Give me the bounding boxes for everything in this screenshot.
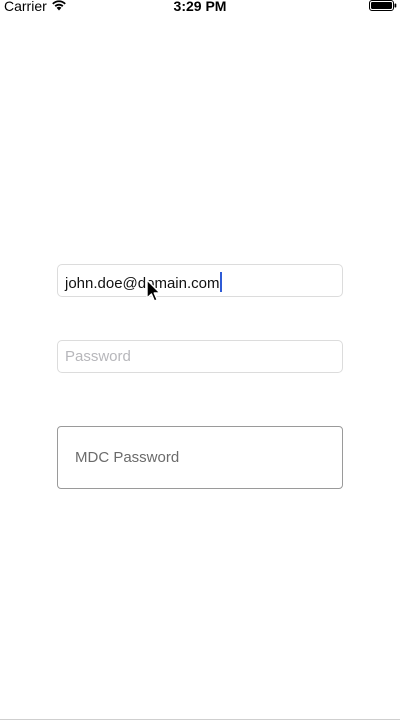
email-value: john.doe@domain.com [65,272,223,293]
password-field[interactable]: Password [57,340,343,373]
password-placeholder: Password [65,348,131,365]
email-field[interactable]: john.doe@domain.com [57,264,343,297]
mouse-pointer-icon [146,279,161,302]
mdc-password-field[interactable]: MDC Password [57,426,343,489]
status-bar: Carrier 3:29 PM [0,0,400,14]
email-text: john.doe@domain.com [65,275,220,292]
mdc-password-label: MDC Password [75,449,180,466]
battery-full-icon [369,0,397,11]
status-time: 3:29 PM [173,0,227,14]
text-caret [220,272,223,292]
